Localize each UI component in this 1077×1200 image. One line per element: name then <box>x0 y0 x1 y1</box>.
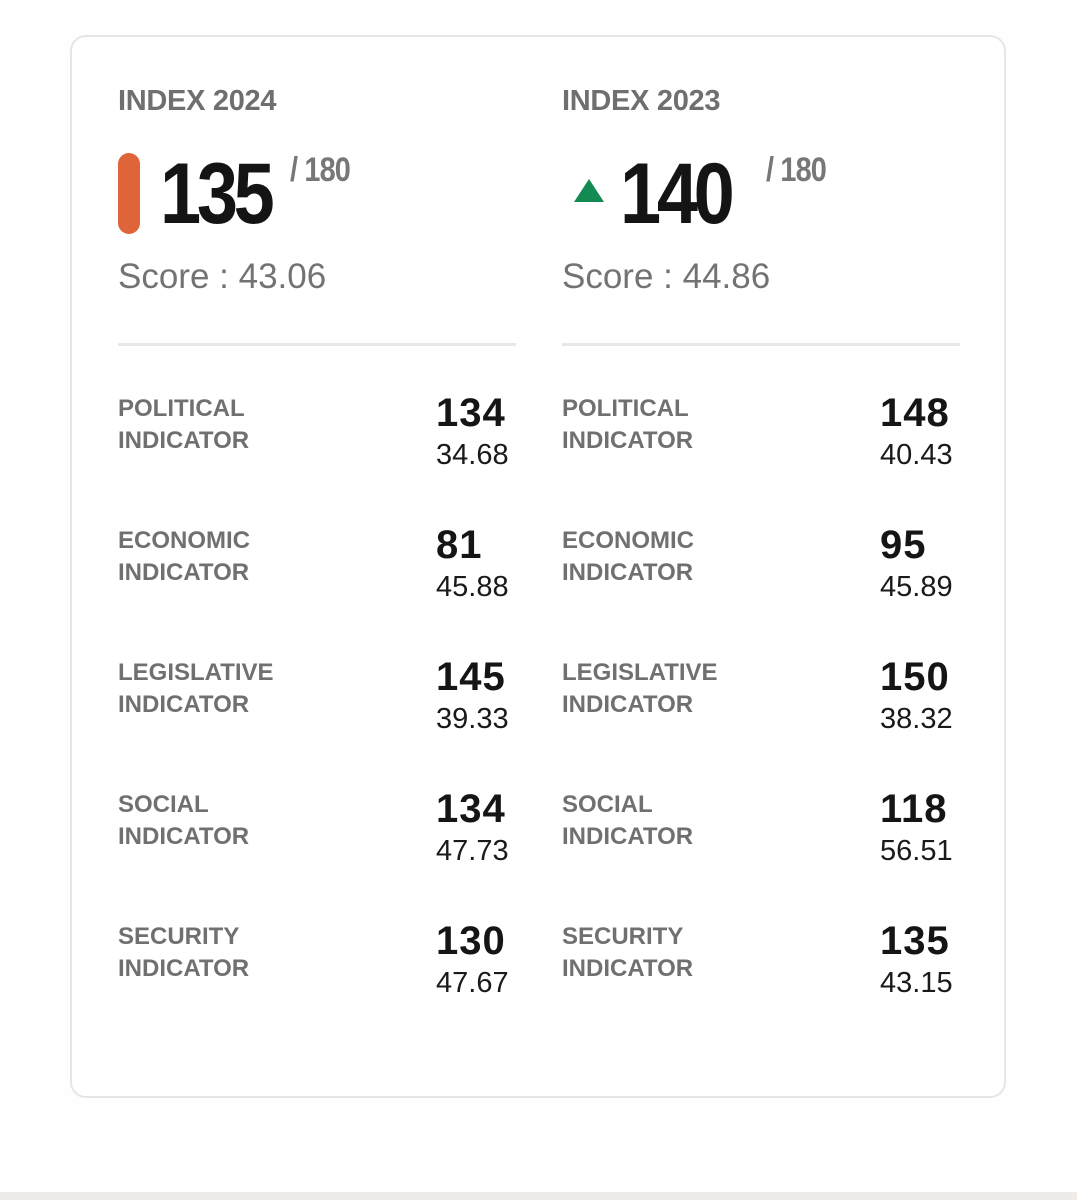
indicator-rank: 148 <box>880 391 950 435</box>
divider <box>118 343 516 346</box>
indicator-rank: 134 <box>436 787 506 831</box>
index-2023-total: / 180 <box>766 151 827 189</box>
indicator-label: POLITICAL INDICATOR <box>562 395 694 454</box>
indicator-rank: 81 <box>436 523 483 567</box>
indicator-score: 45.89 <box>880 571 953 603</box>
indicator-rank: 135 <box>880 919 950 963</box>
indicator-score: 43.15 <box>880 967 953 999</box>
indicator-label: SECURITY INDICATOR <box>118 923 250 982</box>
indicator-economic: ECONOMIC INDICATOR 81 45.88 <box>118 523 516 625</box>
indicator-label: SECURITY INDICATOR <box>562 923 694 982</box>
indicator-social: SOCIAL INDICATOR 134 47.73 <box>118 787 516 889</box>
indicator-score: 34.68 <box>436 439 509 471</box>
index-2024-title: INDEX 2024 <box>118 85 277 117</box>
indicator-legislative: LEGISLATIVE INDICATOR 150 38.32 <box>562 655 960 757</box>
indicator-score: 47.73 <box>436 835 509 867</box>
indicator-label: LEGISLATIVE INDICATOR <box>118 659 274 718</box>
indicator-rank: 145 <box>436 655 506 699</box>
indicator-social: SOCIAL INDICATOR 118 56.51 <box>562 787 960 889</box>
indicator-label: SOCIAL INDICATOR <box>118 791 250 850</box>
index-2023-rank: 140 <box>620 146 735 242</box>
indicator-rank: 95 <box>880 523 927 567</box>
divider <box>562 343 960 346</box>
index-2023-rank-row: 140 / 180 <box>562 145 960 239</box>
indicator-security: SECURITY INDICATOR 135 43.15 <box>562 919 960 1021</box>
indicator-rank: 134 <box>436 391 506 435</box>
indicator-score: 39.33 <box>436 703 509 735</box>
orange-bar-icon <box>118 153 140 234</box>
indicator-rank: 118 <box>880 787 948 831</box>
index-2024-rank: 135 <box>160 146 275 242</box>
index-2023-score: Score : 44.86 <box>562 257 771 296</box>
index-2024-score: Score : 43.06 <box>118 257 327 296</box>
indicator-label: ECONOMIC INDICATOR <box>562 527 694 586</box>
indicator-rank: 150 <box>880 655 950 699</box>
index-2024-rank-row: 135 / 180 <box>118 145 516 239</box>
indicator-score: 40.43 <box>880 439 953 471</box>
indicator-rank: 130 <box>436 919 506 963</box>
indicator-political: POLITICAL INDICATOR 148 40.43 <box>562 391 960 493</box>
indicator-label: SOCIAL INDICATOR <box>562 791 694 850</box>
footer-strip <box>0 1192 1077 1200</box>
indicator-label: POLITICAL INDICATOR <box>118 395 250 454</box>
indicator-economic: ECONOMIC INDICATOR 95 45.89 <box>562 523 960 625</box>
indicator-political: POLITICAL INDICATOR 134 34.68 <box>118 391 516 493</box>
indicator-legislative: LEGISLATIVE INDICATOR 145 39.33 <box>118 655 516 757</box>
indicator-label: ECONOMIC INDICATOR <box>118 527 250 586</box>
indicator-score: 38.32 <box>880 703 953 735</box>
indicator-score: 56.51 <box>880 835 953 867</box>
index-card: INDEX 2024 135 / 180 Score : 43.06 POLIT… <box>70 35 1006 1098</box>
up-triangle-icon <box>574 179 604 202</box>
indicator-security: SECURITY INDICATOR 130 47.67 <box>118 919 516 1021</box>
index-2024-total: / 180 <box>290 151 351 189</box>
indicator-score: 45.88 <box>436 571 509 603</box>
index-2023-title: INDEX 2023 <box>562 85 721 117</box>
indicator-label: LEGISLATIVE INDICATOR <box>562 659 718 718</box>
indicator-score: 47.67 <box>436 967 509 999</box>
